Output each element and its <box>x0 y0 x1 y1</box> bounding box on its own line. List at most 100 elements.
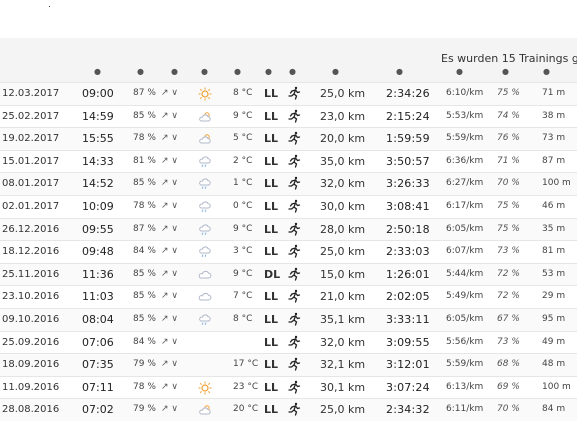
elevation: 84 m <box>542 404 566 415</box>
wind-indicator[interactable]: ↗ ∨ <box>161 241 178 262</box>
sort-marker-effort[interactable]: ● <box>502 68 509 76</box>
training-date: 18.12.2016 <box>2 246 60 258</box>
table-row[interactable]: 28.08.2016 07:02 79 % ↗ ∨ 20 °C LL 25,0 km 2:34… <box>0 398 577 421</box>
table-row[interactable]: 25.11.2016 11:36 85 % ↗ ∨ 9 °C DL 15,0 km 1:26:… <box>0 262 577 286</box>
training-time: 09:48 <box>82 245 114 259</box>
elevation: 35 m <box>542 223 566 234</box>
sort-marker-temperature[interactable]: ● <box>234 68 241 76</box>
wind-indicator[interactable]: ↗ ∨ <box>161 309 178 330</box>
effort-percent: 72 % <box>497 268 520 279</box>
rain-icon <box>198 177 212 191</box>
table-row[interactable]: 12.03.2017 09:00 87 % ↗ ∨ 8 °C LL 25,0 km 2:34:… <box>0 82 577 105</box>
table-row[interactable]: 11.09.2016 07:11 78 % ↗ ∨ 23 °C LL 30,1 km 3:07… <box>0 375 577 399</box>
wind-indicator[interactable]: ↗ ∨ <box>161 286 178 307</box>
training-date: 25.09.2016 <box>2 336 60 348</box>
pace: 6:13/km <box>446 381 484 392</box>
ground-type: LL <box>264 199 279 213</box>
table-row[interactable]: 15.01.2017 14:33 81 % ↗ ∨ 2 °C LL 35,0 km 3:50:… <box>0 149 577 173</box>
cloud-icon <box>198 403 212 417</box>
cloud-icon <box>198 132 212 146</box>
wind-indicator[interactable]: ↗ ∨ <box>161 173 178 194</box>
running-icon <box>287 402 301 416</box>
elevation: 73 m <box>542 133 566 144</box>
sort-marker-time[interactable]: ● <box>94 68 101 76</box>
wind-indicator[interactable]: ↗ ∨ <box>161 354 178 375</box>
sort-marker-weather[interactable]: ● <box>201 68 208 76</box>
temperature: 2 °C <box>233 155 253 166</box>
cloud-plain-icon <box>198 290 212 304</box>
distance: 25,0 km <box>320 245 366 259</box>
pace: 5:49/km <box>446 291 484 302</box>
humidity: 81 % <box>133 155 156 166</box>
ground-type: LL <box>264 380 279 394</box>
cloud-plain-icon <box>198 268 212 282</box>
elevation: 95 m <box>542 313 566 324</box>
wind-indicator[interactable]: ↗ ∨ <box>161 377 178 398</box>
wind-indicator[interactable]: ↗ ∨ <box>161 332 178 353</box>
sort-marker-wind[interactable]: ● <box>171 68 178 76</box>
pace: 6:11/km <box>446 404 484 415</box>
wind-indicator[interactable]: ↗ ∨ <box>161 219 178 240</box>
training-time: 10:09 <box>82 199 114 213</box>
wind-indicator[interactable]: ↗ ∨ <box>161 264 178 285</box>
top-dot: . <box>48 0 51 10</box>
table-header: Es wurden 15 Trainings ge ● ● ● ● ● ● ● … <box>0 38 577 82</box>
ground-type: LL <box>264 358 279 372</box>
pace: 5:44/km <box>446 268 484 279</box>
elevation: 81 m <box>542 246 566 257</box>
training-time: 08:04 <box>82 312 114 326</box>
wind-indicator[interactable]: ↗ ∨ <box>161 196 178 217</box>
sort-marker-ground[interactable]: ● <box>265 68 272 76</box>
distance: 30,1 km <box>320 380 366 394</box>
pace: 6:05/km <box>446 313 484 324</box>
table-row[interactable]: 02.01.2017 10:09 78 % ↗ ∨ 0 °C LL 30,0 km 3:08:… <box>0 194 577 218</box>
sort-marker-distance[interactable]: ● <box>332 68 339 76</box>
weather-empty <box>198 336 212 350</box>
wind-indicator[interactable]: ↗ ∨ <box>161 128 178 149</box>
humidity: 78 % <box>133 381 156 392</box>
training-date: 18.09.2016 <box>2 359 60 371</box>
distance: 23,0 km <box>320 109 366 123</box>
effort-percent: 70 % <box>497 404 520 415</box>
distance: 32,1 km <box>320 358 366 372</box>
training-date: 15.01.2017 <box>2 155 60 167</box>
rain-icon <box>198 155 212 169</box>
ground-type: LL <box>264 403 279 417</box>
wind-indicator[interactable]: ↗ ∨ <box>161 151 178 172</box>
humidity: 78 % <box>133 133 156 144</box>
table-row[interactable]: 25.02.2017 14:59 85 % ↗ ∨ 9 °C LL 23,0 km 2:15:… <box>0 104 577 128</box>
table-row[interactable]: 25.09.2016 07:06 84 % ↗ ∨ LL 32,0 km 3:09:55 5:… <box>0 330 577 354</box>
table-row[interactable]: 09.10.2016 08:04 85 % ↗ ∨ 8 °C LL 35,1 km 3:33:… <box>0 307 577 331</box>
table-row[interactable]: 23.10.2016 11:03 85 % ↗ ∨ 7 °C LL 21,0 km 2:02:… <box>0 285 577 308</box>
training-time: 15:55 <box>82 132 114 146</box>
humidity: 84 % <box>133 246 156 257</box>
duration: 2:34:32 <box>386 403 430 417</box>
training-time: 14:52 <box>82 177 114 191</box>
table-row[interactable]: 18.12.2016 09:48 84 % ↗ ∨ 3 °C LL 25,0 km 2:33:… <box>0 240 577 263</box>
sort-marker-pace[interactable]: ● <box>456 68 463 76</box>
humidity: 85 % <box>133 268 156 279</box>
wind-indicator[interactable]: ↗ ∨ <box>161 83 178 104</box>
wind-indicator[interactable]: ↗ ∨ <box>161 106 178 127</box>
table-row[interactable]: 18.09.2016 07:35 79 % ↗ ∨ 17 °C LL 32,1 km 3:12… <box>0 353 577 376</box>
duration: 3:33:11 <box>386 312 430 326</box>
sort-marker-humidity[interactable]: ● <box>137 68 144 76</box>
distance: 28,0 km <box>320 222 366 236</box>
distance: 32,0 km <box>320 177 366 191</box>
table-row[interactable]: 19.02.2017 15:55 78 % ↗ ∨ 5 °C LL 20,0 km 1:59:… <box>0 127 577 150</box>
duration: 2:02:05 <box>386 290 430 304</box>
sort-marker-elevation[interactable]: ● <box>543 68 550 76</box>
duration: 3:12:01 <box>386 358 430 372</box>
wind-indicator[interactable]: ↗ ∨ <box>161 399 178 420</box>
training-date: 25.02.2017 <box>2 110 60 122</box>
table-row[interactable]: 26.12.2016 09:55 87 % ↗ ∨ 9 °C LL 28,0 km 2:50:… <box>0 217 577 241</box>
elevation: 100 m <box>542 381 571 392</box>
ground-type: LL <box>264 132 279 146</box>
table-row[interactable]: 08.01.2017 14:52 85 % ↗ ∨ 1 °C LL 32,0 km 3:26:… <box>0 172 577 195</box>
distance: 35,1 km <box>320 312 366 326</box>
sort-marker-duration[interactable]: ● <box>396 68 403 76</box>
sort-marker-activity[interactable]: ● <box>289 68 296 76</box>
temperature: 7 °C <box>233 291 253 302</box>
distance: 21,0 km <box>320 290 366 304</box>
distance: 32,0 km <box>320 335 366 349</box>
